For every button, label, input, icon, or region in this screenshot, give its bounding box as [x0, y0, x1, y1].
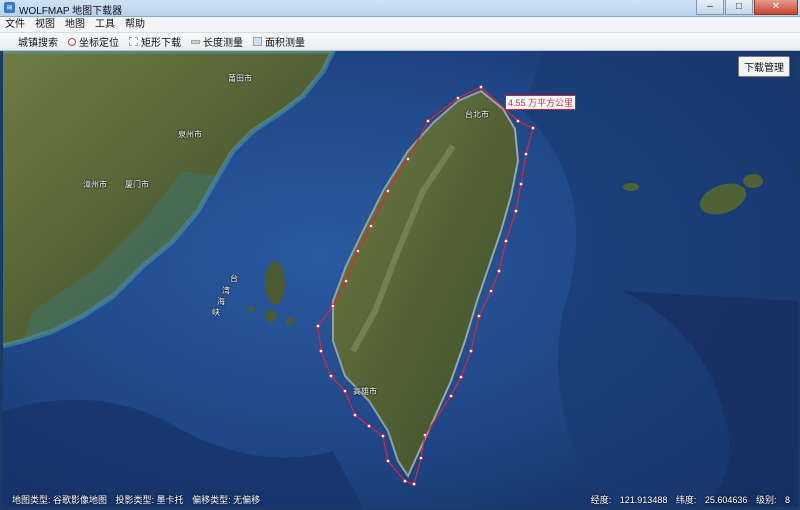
wolf-app-icon: ≋	[4, 2, 15, 13]
longitude-label: 经度:	[590, 495, 612, 505]
measure-vertex[interactable]	[514, 209, 518, 213]
measure-vertex[interactable]	[426, 119, 430, 123]
measure-vertex[interactable]	[406, 157, 410, 161]
map-view[interactable]: 下载管理 4.55 万平方公里 莆田市 泉州市 漳州市 厦门市 高雄市 台北市 …	[3, 51, 798, 507]
pin-icon	[68, 37, 76, 46]
measure-vertex[interactable]	[343, 389, 347, 393]
menu-view[interactable]: 视图	[30, 17, 60, 32]
measure-vertex[interactable]	[497, 269, 501, 273]
area-measure-label: 面积测量	[265, 38, 305, 49]
measure-vertex[interactable]	[316, 324, 320, 328]
minimize-icon[interactable]: –	[696, 0, 724, 15]
measure-vertex[interactable]	[479, 85, 483, 89]
longitude-value: 121.913488	[619, 495, 668, 505]
measure-vertex[interactable]	[386, 189, 390, 193]
measure-vertex[interactable]	[519, 182, 523, 186]
town-search-button[interactable]: 城镇搜索	[14, 33, 64, 50]
coordinate-locate-button[interactable]: 坐标定位	[64, 33, 125, 50]
measure-vertex[interactable]	[369, 224, 373, 228]
length-measure-button[interactable]: 长度测量	[187, 33, 249, 50]
measure-vertex[interactable]	[524, 152, 528, 156]
place-label: 湾	[222, 286, 230, 295]
area-icon	[253, 37, 262, 46]
rect-icon	[129, 37, 138, 46]
measure-vertex[interactable]	[319, 349, 323, 353]
measure-vertex[interactable]	[344, 279, 348, 283]
place-label: 峡	[212, 308, 220, 317]
satellite-map	[3, 51, 798, 507]
measure-vertex[interactable]	[356, 249, 360, 253]
zoom-level-label: 级别:	[755, 495, 777, 505]
menu-file[interactable]: 文件	[0, 17, 30, 32]
measure-vertex[interactable]	[469, 349, 473, 353]
close-icon[interactable]: ✕	[754, 0, 798, 15]
place-label: 海	[217, 297, 225, 306]
menu-help[interactable]: 帮助	[120, 17, 150, 32]
zoom-level-value: 8	[784, 495, 790, 505]
measure-vertex[interactable]	[449, 394, 453, 398]
measure-vertex[interactable]	[531, 126, 535, 130]
map-type-status: 地图类型: 谷歌影像地图	[12, 495, 108, 505]
toolbar: 城镇搜索 坐标定位 矩形下载 长度测量 面积测量	[0, 33, 800, 51]
rect-download-label: 矩形下载	[141, 38, 181, 49]
area-measure-button[interactable]: 面积测量	[249, 33, 311, 50]
town-search-label: 城镇搜索	[18, 38, 58, 49]
ruler-icon	[191, 39, 200, 44]
measure-vertex[interactable]	[489, 289, 493, 293]
place-label: 泉州市	[178, 130, 202, 139]
menu-map[interactable]: 地图	[60, 17, 90, 32]
measure-vertex[interactable]	[412, 482, 416, 486]
measure-vertex[interactable]	[459, 375, 463, 379]
place-label: 漳州市	[83, 180, 107, 189]
place-label: 厦门市	[125, 180, 149, 189]
maximize-icon[interactable]: □	[725, 0, 753, 15]
app-window: ≋ WOLFMAP 地图下载器 – □ ✕ 文件 视图 地图 工具 帮助 城镇搜…	[0, 0, 800, 510]
measure-vertex[interactable]	[386, 459, 390, 463]
measure-vertex[interactable]	[419, 456, 423, 460]
measure-vertex[interactable]	[353, 413, 357, 417]
place-label: 莆田市	[228, 74, 252, 83]
latitude-value: 25.604636	[704, 495, 748, 505]
rect-download-button[interactable]: 矩形下载	[125, 33, 187, 50]
measure-vertex[interactable]	[331, 304, 335, 308]
offset-status: 偏移类型: 无偏移	[192, 495, 261, 505]
latitude-label: 纬度:	[675, 495, 697, 505]
projection-status: 投影类型: 墨卡托	[115, 495, 184, 505]
coordinate-locate-label: 坐标定位	[79, 38, 119, 49]
measure-vertex[interactable]	[329, 374, 333, 378]
download-manager-button[interactable]: 下载管理	[738, 56, 790, 77]
measure-vertex[interactable]	[403, 479, 407, 483]
measure-vertex[interactable]	[367, 424, 371, 428]
place-label: 台	[230, 274, 238, 283]
menu-tools[interactable]: 工具	[90, 17, 120, 32]
window-title: WOLFMAP 地图下载器	[19, 6, 123, 17]
measure-vertex[interactable]	[423, 433, 427, 437]
place-label: 台北市	[465, 110, 489, 119]
measure-vertex[interactable]	[456, 96, 460, 100]
measure-vertex[interactable]	[381, 434, 385, 438]
measure-vertex[interactable]	[477, 314, 481, 318]
title-bar: ≋ WOLFMAP 地图下载器 – □ ✕	[0, 0, 800, 17]
length-measure-label: 长度测量	[203, 38, 243, 49]
measure-vertex[interactable]	[504, 239, 508, 243]
status-bar: 地图类型: 谷歌影像地图 投影类型: 墨卡托 偏移类型: 无偏移 经度: 121…	[3, 493, 798, 507]
measure-vertex[interactable]	[516, 119, 520, 123]
place-label: 高雄市	[353, 387, 377, 396]
menu-bar: 文件 视图 地图 工具 帮助	[0, 17, 800, 33]
area-measure-label: 4.55 万平方公里	[505, 95, 577, 110]
